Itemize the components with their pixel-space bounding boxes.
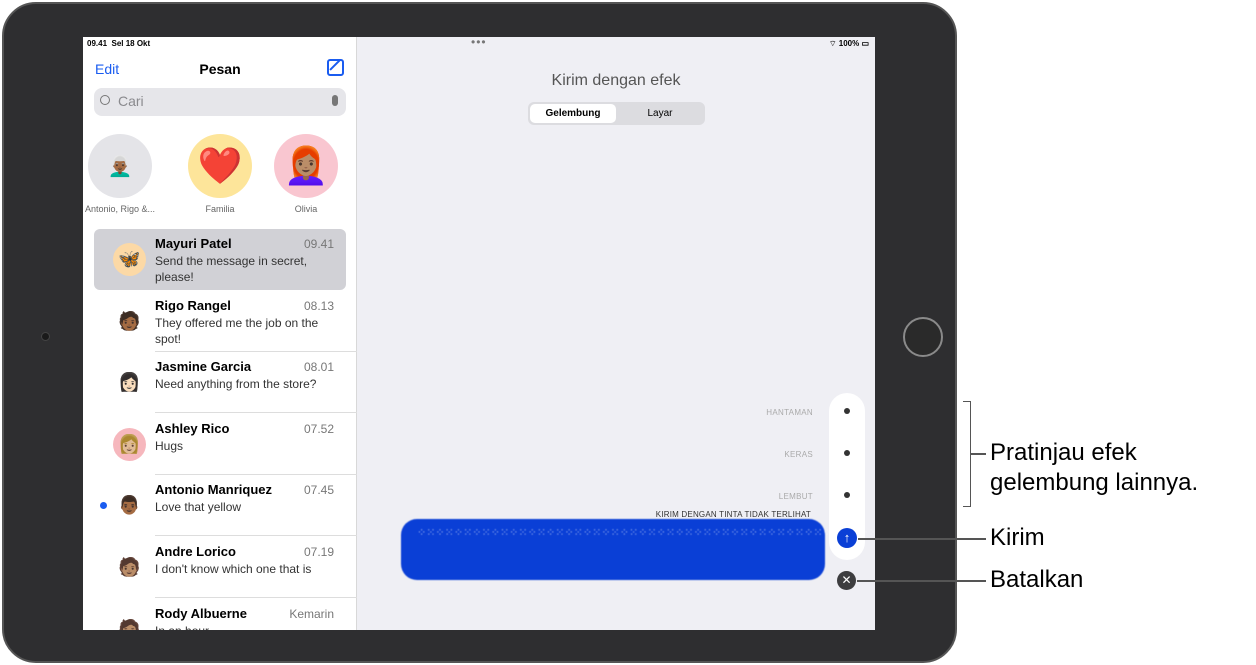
annotation-cancel: Batalkan xyxy=(990,566,1084,593)
contact-name: Andre Lorico xyxy=(155,544,236,559)
page-title: Pesan xyxy=(199,61,241,77)
home-button[interactable] xyxy=(903,317,943,357)
message-snippet: Send the message in secret, please! xyxy=(155,254,308,284)
multitasking-dots[interactable]: ••• xyxy=(471,37,487,49)
effect-slam-option[interactable] xyxy=(844,408,850,414)
conversation-row[interactable]: 🧑🏽 Andre Lorico 07.19 I don't know which… xyxy=(94,537,357,598)
message-snippet: They offered me the job on the spot! xyxy=(155,315,319,346)
annotation-send: Kirim xyxy=(990,524,1045,551)
message-snippet: In an hour xyxy=(155,623,335,630)
contact-name: Jasmine Garcia xyxy=(155,359,252,375)
contact-name: Rigo Rangel xyxy=(155,297,231,313)
unread-indicator xyxy=(100,502,107,510)
effects-title: Kirim dengan efek xyxy=(551,72,681,89)
conversation-row[interactable]: 👨🏾 Antonio Manriquez 07.45 Love that yel… xyxy=(94,475,357,537)
conversation-row[interactable]: 🦋 Mayuri Patel 09.41 Send the message in… xyxy=(94,229,346,290)
camera xyxy=(41,332,50,341)
conversation-row[interactable]: 👩🏼 Ashley Rico 07.52 Hugs xyxy=(94,414,357,475)
avatar: 🦋 xyxy=(113,243,146,276)
search-icon xyxy=(100,95,110,105)
message-time: 07.19 xyxy=(303,545,334,559)
message-time: 09.41 xyxy=(303,237,334,251)
avatar: 👩🏻 xyxy=(113,366,146,400)
screen: 09.41 Sel 18 Okt Edit Pesan Cari 👨🏾‍🦳 Ant… xyxy=(83,37,875,630)
tab-screen[interactable]: Layar xyxy=(617,104,703,123)
effects-segmented-control: Gelembung Layar xyxy=(528,102,705,125)
conversation-row[interactable]: 🧑🏽 Rody Albuerne Kemarin In an hour xyxy=(94,599,346,630)
group-avatar: 👨🏾‍🦳 xyxy=(88,134,152,198)
conversation-row[interactable]: 👩🏻 Jasmine Garcia 08.01 Need anything fr… xyxy=(94,352,357,414)
avatar: 👩🏼 xyxy=(113,427,146,461)
annotation-line xyxy=(857,580,986,582)
message-snippet: Love that yellow xyxy=(155,500,242,515)
contact-name: Rody Albuerne xyxy=(155,605,247,621)
invisible-ink-label: KIRIM DENGAN TINTA TIDAK TERLIHAT xyxy=(655,510,811,519)
cancel-button[interactable]: ✕ xyxy=(837,571,856,590)
compose-icon[interactable] xyxy=(327,59,344,76)
status-time: 09.41 Sel 18 Okt xyxy=(87,39,151,48)
annotation-preview: Pratinjau efek gelembung lainnya. xyxy=(990,439,1199,496)
effect-loud-option[interactable] xyxy=(844,450,850,456)
pinned-conversation[interactable]: ❤️ Familia xyxy=(180,134,260,214)
pinned-conversation[interactable]: 👩🏽‍🦰 Olivia xyxy=(266,134,346,214)
message-time: 08.01 xyxy=(303,360,334,375)
annotation-bracket xyxy=(963,401,971,507)
message-snippet: Hugs xyxy=(155,438,184,453)
contact-name: Ashley Rico xyxy=(155,420,230,436)
contact-name: Antonio Manriquez xyxy=(155,482,272,498)
message-snippet: I don't know which one that is xyxy=(155,562,312,576)
heart-icon: ❤️ xyxy=(188,134,252,198)
tab-bubble[interactable]: Gelembung xyxy=(530,104,616,123)
send-button[interactable]: ↑ xyxy=(837,528,857,548)
effect-gentle-option[interactable] xyxy=(844,492,850,498)
sidebar: 09.41 Sel 18 Okt Edit Pesan Cari 👨🏾‍🦳 Ant… xyxy=(83,37,357,630)
message-snippet: Need anything from the store? xyxy=(155,377,317,392)
effect-gentle-label: LEMBUT xyxy=(778,492,813,501)
avatar: 🧑🏽 xyxy=(113,612,146,630)
message-time: Kemarin xyxy=(289,606,334,621)
avatar: 🧑🏾 xyxy=(113,304,146,338)
contact-name: Mayuri Patel xyxy=(155,236,232,251)
conversation-row[interactable]: 🧑🏾 Rigo Rangel 08.13 They offered me the… xyxy=(94,291,357,352)
effect-slam-label: HANTAMAN xyxy=(766,408,813,417)
battery-status: ⌔ 100% ▭ xyxy=(829,39,869,48)
message-time: 08.13 xyxy=(303,298,334,313)
message-time: 07.52 xyxy=(303,421,334,436)
avatar: 🧑🏽 xyxy=(113,551,146,584)
pinned-conversation[interactable]: 👨🏾‍🦳 Antonio, Rigo &... xyxy=(83,134,160,214)
annotation-line xyxy=(971,453,986,455)
message-time: 07.45 xyxy=(303,483,334,498)
avatar: 👨🏾 xyxy=(113,489,146,523)
microphone-icon[interactable] xyxy=(332,95,338,106)
avatar: 👩🏽‍🦰 xyxy=(274,134,338,198)
message-bubble: ⁘⁙⁘⁙⁘⁙⁘⁙⁘⁙⁘⁙⁘⁙⁘⁙⁘⁙⁘⁙⁘⁙⁘⁙⁘⁙⁘⁙⁘⁙⁘⁙⁘⁙⁘⁙⁘⁙⁘⁙… xyxy=(401,519,875,580)
effect-loud-label: KERAS xyxy=(784,450,813,459)
annotation-line xyxy=(858,538,986,540)
search-input[interactable]: Cari xyxy=(94,88,346,116)
